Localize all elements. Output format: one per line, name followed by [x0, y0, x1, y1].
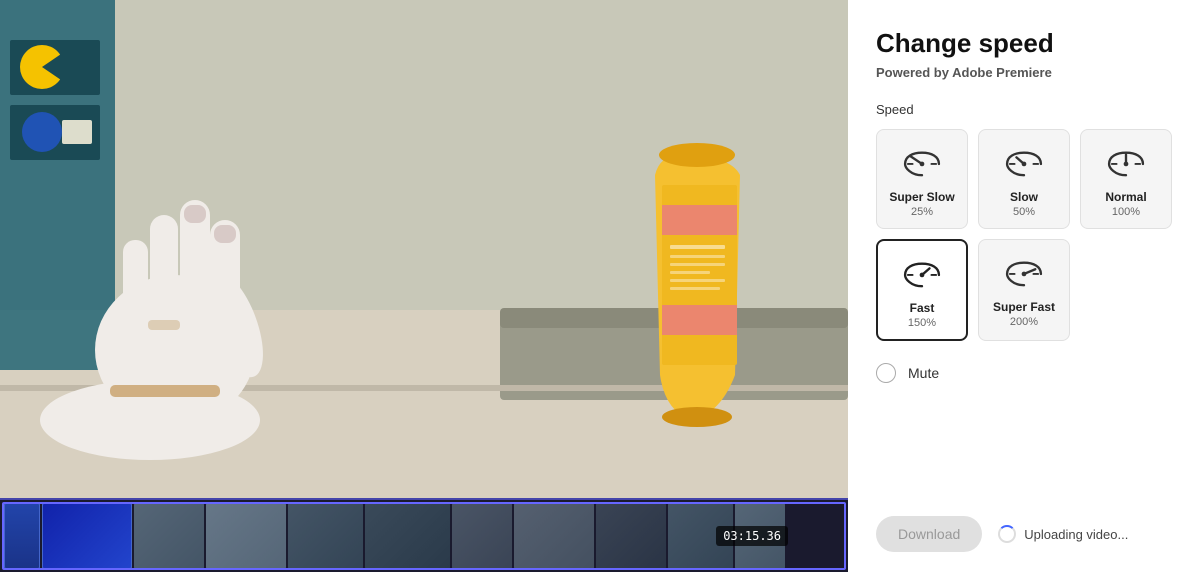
timeline-thumb[interactable]	[365, 503, 450, 569]
slow-icon	[1002, 144, 1046, 182]
super-slow-icon	[900, 144, 944, 182]
timeline-thumb[interactable]	[42, 503, 132, 569]
panel-title: Change speed	[876, 28, 1172, 59]
super-fast-icon	[1002, 254, 1046, 292]
panel-subtitle: Powered by Adobe Premiere	[876, 65, 1172, 80]
timeline-thumb[interactable]	[452, 503, 512, 569]
speed-option-normal[interactable]: Normal 100%	[1080, 129, 1172, 229]
normal-icon	[1104, 144, 1148, 182]
speed-option-slow[interactable]: Slow 50%	[978, 129, 1070, 229]
speed-name-super-fast: Super Fast	[993, 300, 1055, 314]
subtitle-prefix: Powered by	[876, 65, 952, 80]
timeline-thumb[interactable]	[134, 503, 204, 569]
mute-label: Mute	[908, 365, 939, 381]
speed-grid-row2: Fast 150% Super Fast 200%	[876, 239, 1172, 341]
timeline-thumb[interactable]	[206, 503, 286, 569]
speed-name-normal: Normal	[1105, 190, 1146, 204]
timeline-thumb[interactable]	[596, 503, 666, 569]
speed-percent-fast: 150%	[908, 317, 936, 329]
video-preview	[0, 0, 848, 498]
speed-option-super-fast[interactable]: Super Fast 200%	[978, 239, 1070, 341]
speed-percent-normal: 100%	[1112, 206, 1140, 218]
timeline-thumb[interactable]	[288, 503, 363, 569]
action-row: Download Uploading video...	[876, 516, 1172, 552]
fast-icon	[900, 255, 944, 293]
timeline-strip[interactable]: 03:15.36	[0, 498, 848, 572]
speed-name-super-slow: Super Slow	[889, 190, 954, 204]
timeline-thumb[interactable]	[514, 503, 594, 569]
speed-name-fast: Fast	[910, 301, 935, 315]
mute-row: Mute	[876, 363, 1172, 383]
speed-percent-super-slow: 25%	[911, 206, 933, 218]
upload-text: Uploading video...	[1024, 527, 1128, 542]
speed-option-super-slow[interactable]: Super Slow 25%	[876, 129, 968, 229]
timeline-thumb[interactable]	[4, 503, 40, 569]
speed-section-label: Speed	[876, 102, 1172, 117]
speed-grid-row1: Super Slow 25% Slow 50%	[876, 129, 1172, 229]
speed-name-slow: Slow	[1010, 190, 1038, 204]
subtitle-brand: Adobe Premiere	[952, 65, 1052, 80]
speed-percent-super-fast: 200%	[1010, 316, 1038, 328]
download-button[interactable]: Download	[876, 516, 982, 552]
speed-option-fast[interactable]: Fast 150%	[876, 239, 968, 341]
right-panel: Change speed Powered by Adobe Premiere S…	[848, 0, 1200, 572]
timeline-timecode: 03:15.36	[716, 526, 788, 546]
speed-percent-slow: 50%	[1013, 206, 1035, 218]
upload-spinner	[998, 525, 1016, 543]
uploading-row: Uploading video...	[998, 525, 1128, 543]
mute-toggle[interactable]	[876, 363, 896, 383]
left-panel: 03:15.36	[0, 0, 848, 572]
